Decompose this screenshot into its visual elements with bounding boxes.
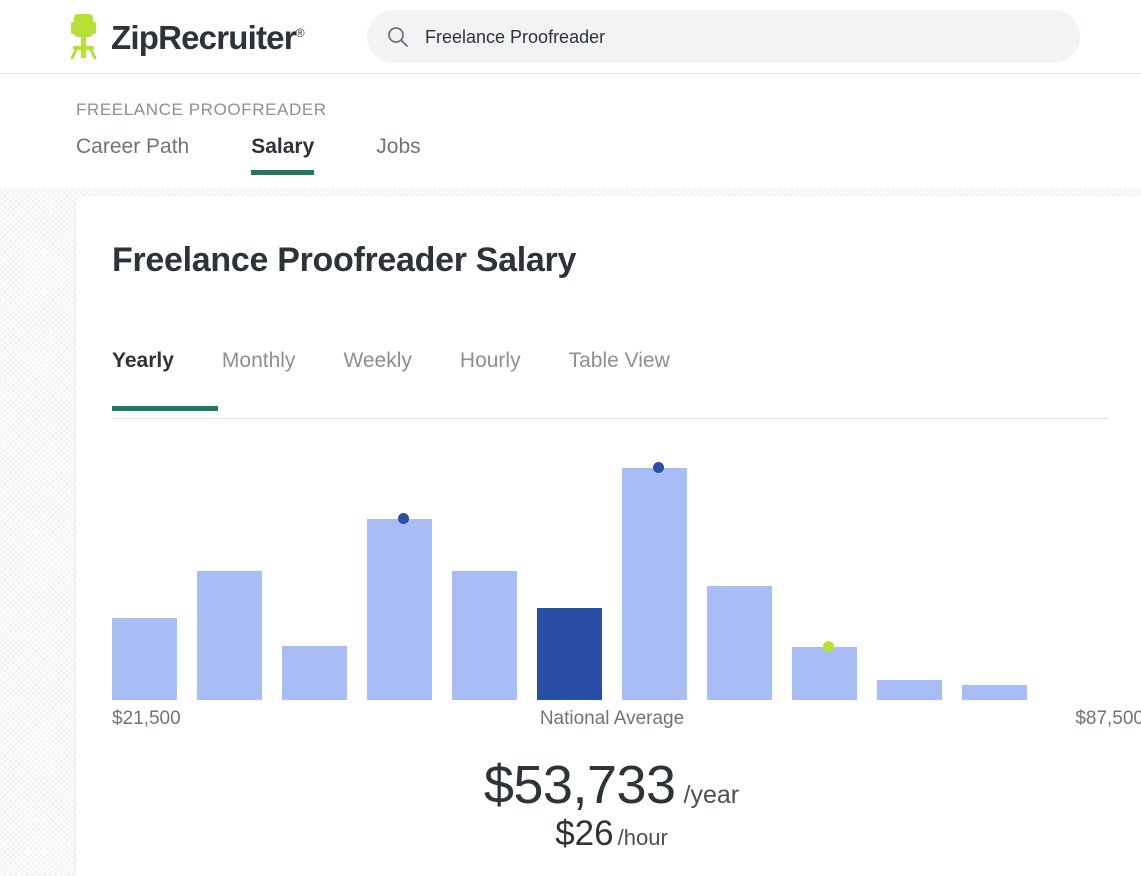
page-root: ZipRecruiter® Freelance Proofreader FREE… (0, 0, 1141, 876)
chart-bar[interactable] (622, 468, 687, 700)
sub-navigation: FREELANCE PROOFREADER Career Path Salary… (0, 74, 1141, 188)
chart-bar[interactable] (197, 571, 262, 700)
axis-max-label: $87,500 (1075, 708, 1141, 731)
salary-distribution-chart (112, 448, 1112, 700)
salary-card: Freelance Proofreader Salary Yearly Mont… (76, 196, 1141, 876)
hourly-salary: $26/hour (76, 816, 1141, 851)
tab-monthly[interactable]: Monthly (222, 348, 296, 411)
page-title: Freelance Proofreader Salary (112, 241, 576, 280)
green-marker (823, 641, 834, 652)
tab-table-view[interactable]: Table View (569, 348, 670, 411)
yearly-salary-unit: /year (684, 781, 740, 809)
tab-salary[interactable]: Salary (251, 134, 314, 175)
chart-bar[interactable] (452, 571, 517, 700)
logo-text: ZipRecruiter (111, 19, 296, 56)
period-tab-divider (112, 418, 1108, 419)
tab-jobs[interactable]: Jobs (376, 134, 420, 175)
chart-bar[interactable] (537, 608, 602, 700)
period-tab-list: Yearly Monthly Weekly Hourly Table View (112, 348, 1141, 411)
site-header: ZipRecruiter® Freelance Proofreader (0, 0, 1141, 74)
blue-marker (653, 462, 664, 473)
yearly-salary: $53,733/year (76, 758, 1141, 812)
chart-bar[interactable] (367, 519, 432, 700)
nav-tab-list: Career Path Salary Jobs (76, 134, 421, 175)
hourly-salary-unit: /hour (618, 825, 668, 850)
blue-marker (398, 513, 409, 524)
chart-bar[interactable] (112, 618, 177, 700)
chart-axis-labels: $21,500 National Average $87,500 (112, 708, 1141, 734)
chart-bar[interactable] (792, 647, 857, 700)
chair-icon (70, 14, 104, 60)
chart-bar[interactable] (707, 586, 772, 700)
breadcrumb: FREELANCE PROOFREADER (76, 100, 327, 120)
hourly-salary-amount: $26 (555, 814, 613, 853)
tab-career-path[interactable]: Career Path (76, 134, 189, 175)
registered-mark: ® (296, 26, 304, 40)
tab-yearly[interactable]: Yearly (112, 348, 174, 411)
tab-weekly[interactable]: Weekly (343, 348, 411, 411)
logo-wordmark: ZipRecruiter® (111, 21, 304, 54)
yearly-salary-amount: $53,733 (484, 755, 676, 815)
search-value: Freelance Proofreader (425, 28, 605, 46)
search-icon (387, 26, 409, 48)
chart-bar[interactable] (282, 646, 347, 700)
chart-bar[interactable] (877, 680, 942, 700)
tab-hourly[interactable]: Hourly (460, 348, 521, 411)
search-input[interactable]: Freelance Proofreader (367, 10, 1080, 63)
chart-bar[interactable] (962, 685, 1027, 700)
axis-center-label: National Average (112, 708, 1112, 731)
ziprecruiter-logo[interactable]: ZipRecruiter® (70, 14, 304, 60)
